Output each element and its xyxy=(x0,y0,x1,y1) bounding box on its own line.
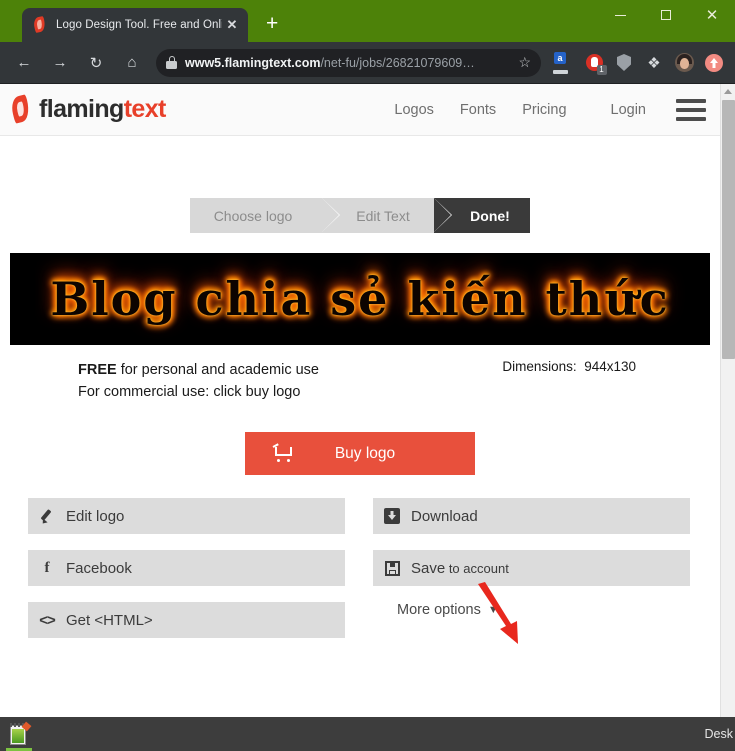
nav-item-login[interactable]: Login xyxy=(611,102,646,118)
more-options-button[interactable]: More options ▼ xyxy=(373,602,690,618)
back-button[interactable]: ← xyxy=(9,48,39,78)
get-html-button[interactable]: <> Get <HTML> xyxy=(28,602,345,638)
step-done-label: Done! xyxy=(470,207,510,224)
pencil-icon xyxy=(28,508,66,526)
download-button[interactable]: Download xyxy=(373,498,690,534)
show-desktop-label[interactable]: Desk xyxy=(705,717,735,751)
browser-tab[interactable]: Logo Design Tool. Free and Onlin ✕ xyxy=(22,8,248,42)
buy-logo-label: Buy logo xyxy=(334,444,396,462)
bookmark-star-icon[interactable]: ☆ xyxy=(518,54,531,71)
license-line-1-rest: for personal and academic use xyxy=(116,362,319,378)
license-line-1: FREE for personal and academic use xyxy=(78,359,319,381)
buy-logo-row: Buy logo xyxy=(0,432,720,475)
brand-name-first: flaming xyxy=(39,95,124,123)
step-choose-logo-label: Choose logo xyxy=(213,207,293,224)
get-html-label: Get <HTML> xyxy=(66,611,153,629)
site-header: flamingtext Logos Fonts Pricing Login xyxy=(0,84,720,136)
logo-preview-text: Blog chia sẻ kiến thức xyxy=(50,272,670,326)
reload-button[interactable]: ↻ xyxy=(81,48,111,78)
hamburger-menu-icon[interactable] xyxy=(676,98,706,121)
chevron-down-icon: ▼ xyxy=(487,604,499,616)
address-bar[interactable]: www5.flamingtext.com/net-fu/jobs/2682107… xyxy=(156,48,541,77)
facebook-label: Facebook xyxy=(66,559,132,577)
extension-badge-count: 1 xyxy=(596,65,607,75)
download-box-icon xyxy=(373,508,411,524)
forward-button[interactable]: → xyxy=(45,48,75,78)
action-button-grid: Edit logo f Facebook <> Get <HTML> Downl… xyxy=(0,498,720,654)
download-label: Download xyxy=(411,507,478,525)
site-navigation: Logos Fonts Pricing Login xyxy=(368,98,706,121)
translate-badge: a xyxy=(554,51,566,64)
browser-tab-title: Logo Design Tool. Free and Onlin xyxy=(56,19,222,31)
browser-toolbar: ← → ↻ ⌂ www5.flamingtext.com/net-fu/jobs… xyxy=(0,42,735,84)
profile-avatar[interactable] xyxy=(671,50,697,76)
brand-name-second: text xyxy=(123,95,167,123)
license-free-word: FREE xyxy=(78,362,117,378)
window-controls: ✕ xyxy=(597,0,735,30)
license-line-2: For commercial use: click buy logo xyxy=(78,384,301,400)
floppy-disk-icon xyxy=(373,560,411,576)
window-maximize-button[interactable] xyxy=(643,0,689,30)
edit-logo-label: Edit logo xyxy=(66,507,125,525)
window-close-button[interactable]: ✕ xyxy=(689,0,735,30)
save-word: Save xyxy=(411,559,446,577)
nav-item-pricing[interactable]: Pricing xyxy=(522,102,566,118)
save-to-account-label: Save to account xyxy=(411,560,509,577)
site-secure-lock-icon xyxy=(166,56,177,69)
page-scrollbar[interactable] xyxy=(720,84,735,717)
buy-logo-button[interactable]: Buy logo xyxy=(245,432,475,475)
dimensions-label: Dimensions: xyxy=(502,359,577,374)
shield-extension-icon[interactable] xyxy=(611,50,637,76)
notepad-app-icon[interactable] xyxy=(9,721,32,745)
edit-logo-button[interactable]: Edit logo xyxy=(28,498,345,534)
site-logo[interactable]: flamingtext xyxy=(9,93,167,124)
facebook-f-icon: f xyxy=(44,559,50,576)
red-hand-extension-icon[interactable]: 1 xyxy=(581,50,607,76)
home-button[interactable]: ⌂ xyxy=(117,48,147,78)
windows-taskbar: Desk xyxy=(0,717,735,751)
facebook-button[interactable]: f Facebook xyxy=(28,550,345,586)
action-column-left: Edit logo f Facebook <> Get <HTML> xyxy=(14,498,359,654)
flamingtext-result-page: flamingtext Logos Fonts Pricing Login Ch… xyxy=(0,84,720,717)
logo-dimensions: Dimensions: 944x130 xyxy=(502,359,706,403)
wizard-steps: Choose logo Edit Text Done! xyxy=(190,198,530,233)
to-account-words: to account xyxy=(445,560,509,576)
puzzle-extensions-icon[interactable]: ❖ xyxy=(641,50,667,76)
tab-close-icon[interactable]: ✕ xyxy=(224,17,240,33)
window-minimize-button[interactable] xyxy=(597,0,643,30)
url-domain: www5.flamingtext.com xyxy=(185,55,321,70)
step-edit-text-label: Edit Text xyxy=(356,207,410,224)
save-to-account-button[interactable]: Save to account xyxy=(373,550,690,586)
flamingtext-flame-logo-icon xyxy=(9,93,32,124)
more-options-label: More options xyxy=(397,602,481,618)
page-viewport: flamingtext Logos Fonts Pricing Login Ch… xyxy=(0,84,735,717)
code-brackets-icon: <> xyxy=(39,611,56,629)
shopping-cart-icon xyxy=(272,442,295,462)
browser-window: Logo Design Tool. Free and Onlin ✕ + ✕ ←… xyxy=(0,0,735,751)
action-column-right: Download Save to account More options ▼ xyxy=(359,498,704,654)
license-row: FREE for personal and academic use For c… xyxy=(0,359,720,403)
nav-item-fonts[interactable]: Fonts xyxy=(460,102,496,118)
browser-tab-strip: Logo Design Tool. Free and Onlin ✕ + ✕ xyxy=(0,0,735,42)
dimensions-value: 944x130 xyxy=(584,359,636,374)
new-tab-button[interactable]: + xyxy=(266,13,278,34)
flamingtext-flame-favicon xyxy=(32,16,48,33)
step-choose-logo[interactable]: Choose logo xyxy=(190,198,340,233)
logo-preview-image[interactable]: Blog chia sẻ kiến thức xyxy=(10,253,710,345)
url-path: /net-fu/jobs/26821079609… xyxy=(320,55,475,70)
scrollbar-up-arrow[interactable] xyxy=(721,84,735,99)
pink-upload-extension-icon[interactable] xyxy=(701,50,727,76)
nav-item-logos[interactable]: Logos xyxy=(394,102,434,118)
address-bar-url: www5.flamingtext.com/net-fu/jobs/2682107… xyxy=(185,56,510,70)
scrollbar-thumb[interactable] xyxy=(722,100,735,359)
google-translate-extension-icon[interactable]: a xyxy=(551,50,577,76)
